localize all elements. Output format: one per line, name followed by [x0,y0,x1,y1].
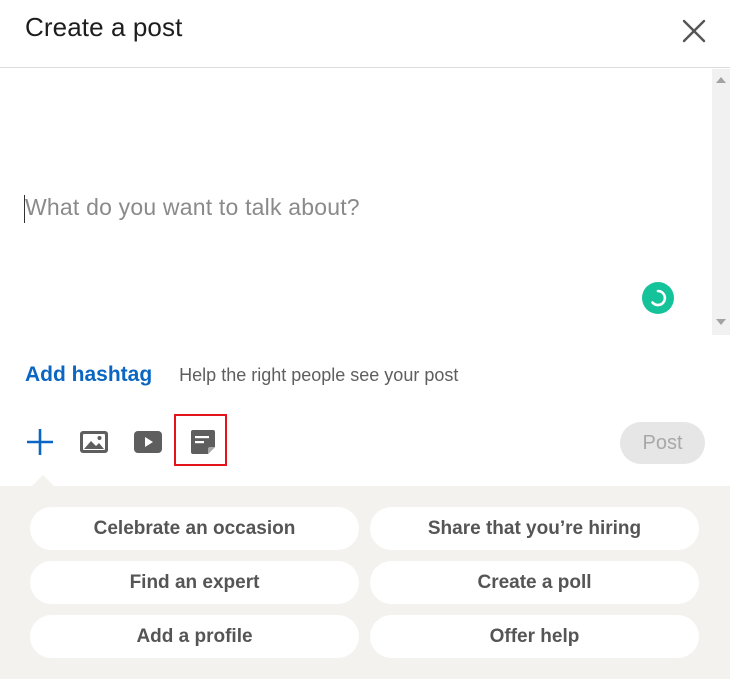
highlight-box [174,414,227,466]
add-profile-button[interactable]: Add a profile [30,615,359,658]
scroll-up-arrow-icon[interactable] [716,77,726,83]
close-button[interactable] [676,13,712,49]
celebrate-occasion-button[interactable]: Celebrate an occasion [30,507,359,550]
create-poll-button[interactable]: Create a poll [370,561,699,604]
plus-icon [27,429,53,455]
grammarly-button[interactable] [642,282,674,314]
post-button[interactable]: Post [620,422,705,464]
find-expert-button[interactable]: Find an expert [30,561,359,604]
dialog-title: Create a post [25,12,183,42]
grammarly-spinner-icon [651,289,667,307]
close-icon [682,19,706,43]
offer-help-button[interactable]: Offer help [370,615,699,658]
video-icon [134,431,162,453]
hashtag-row: Add hashtag Help the right people see yo… [25,360,458,390]
share-hiring-button[interactable]: Share that you’re hiring [370,507,699,550]
editor-scrollbar[interactable] [712,69,730,335]
add-more-button[interactable] [23,425,57,459]
dialog-header: Create a post [0,0,730,68]
add-photo-button[interactable] [77,425,111,459]
hashtag-help-text: Help the right people see your post [179,364,459,385]
post-editor-placeholder: What do you want to talk about? [25,194,360,220]
photo-icon [80,431,108,453]
add-video-button[interactable] [131,425,165,459]
add-hashtag-button[interactable]: Add hashtag [25,363,152,387]
scroll-down-arrow-icon[interactable] [716,319,726,325]
